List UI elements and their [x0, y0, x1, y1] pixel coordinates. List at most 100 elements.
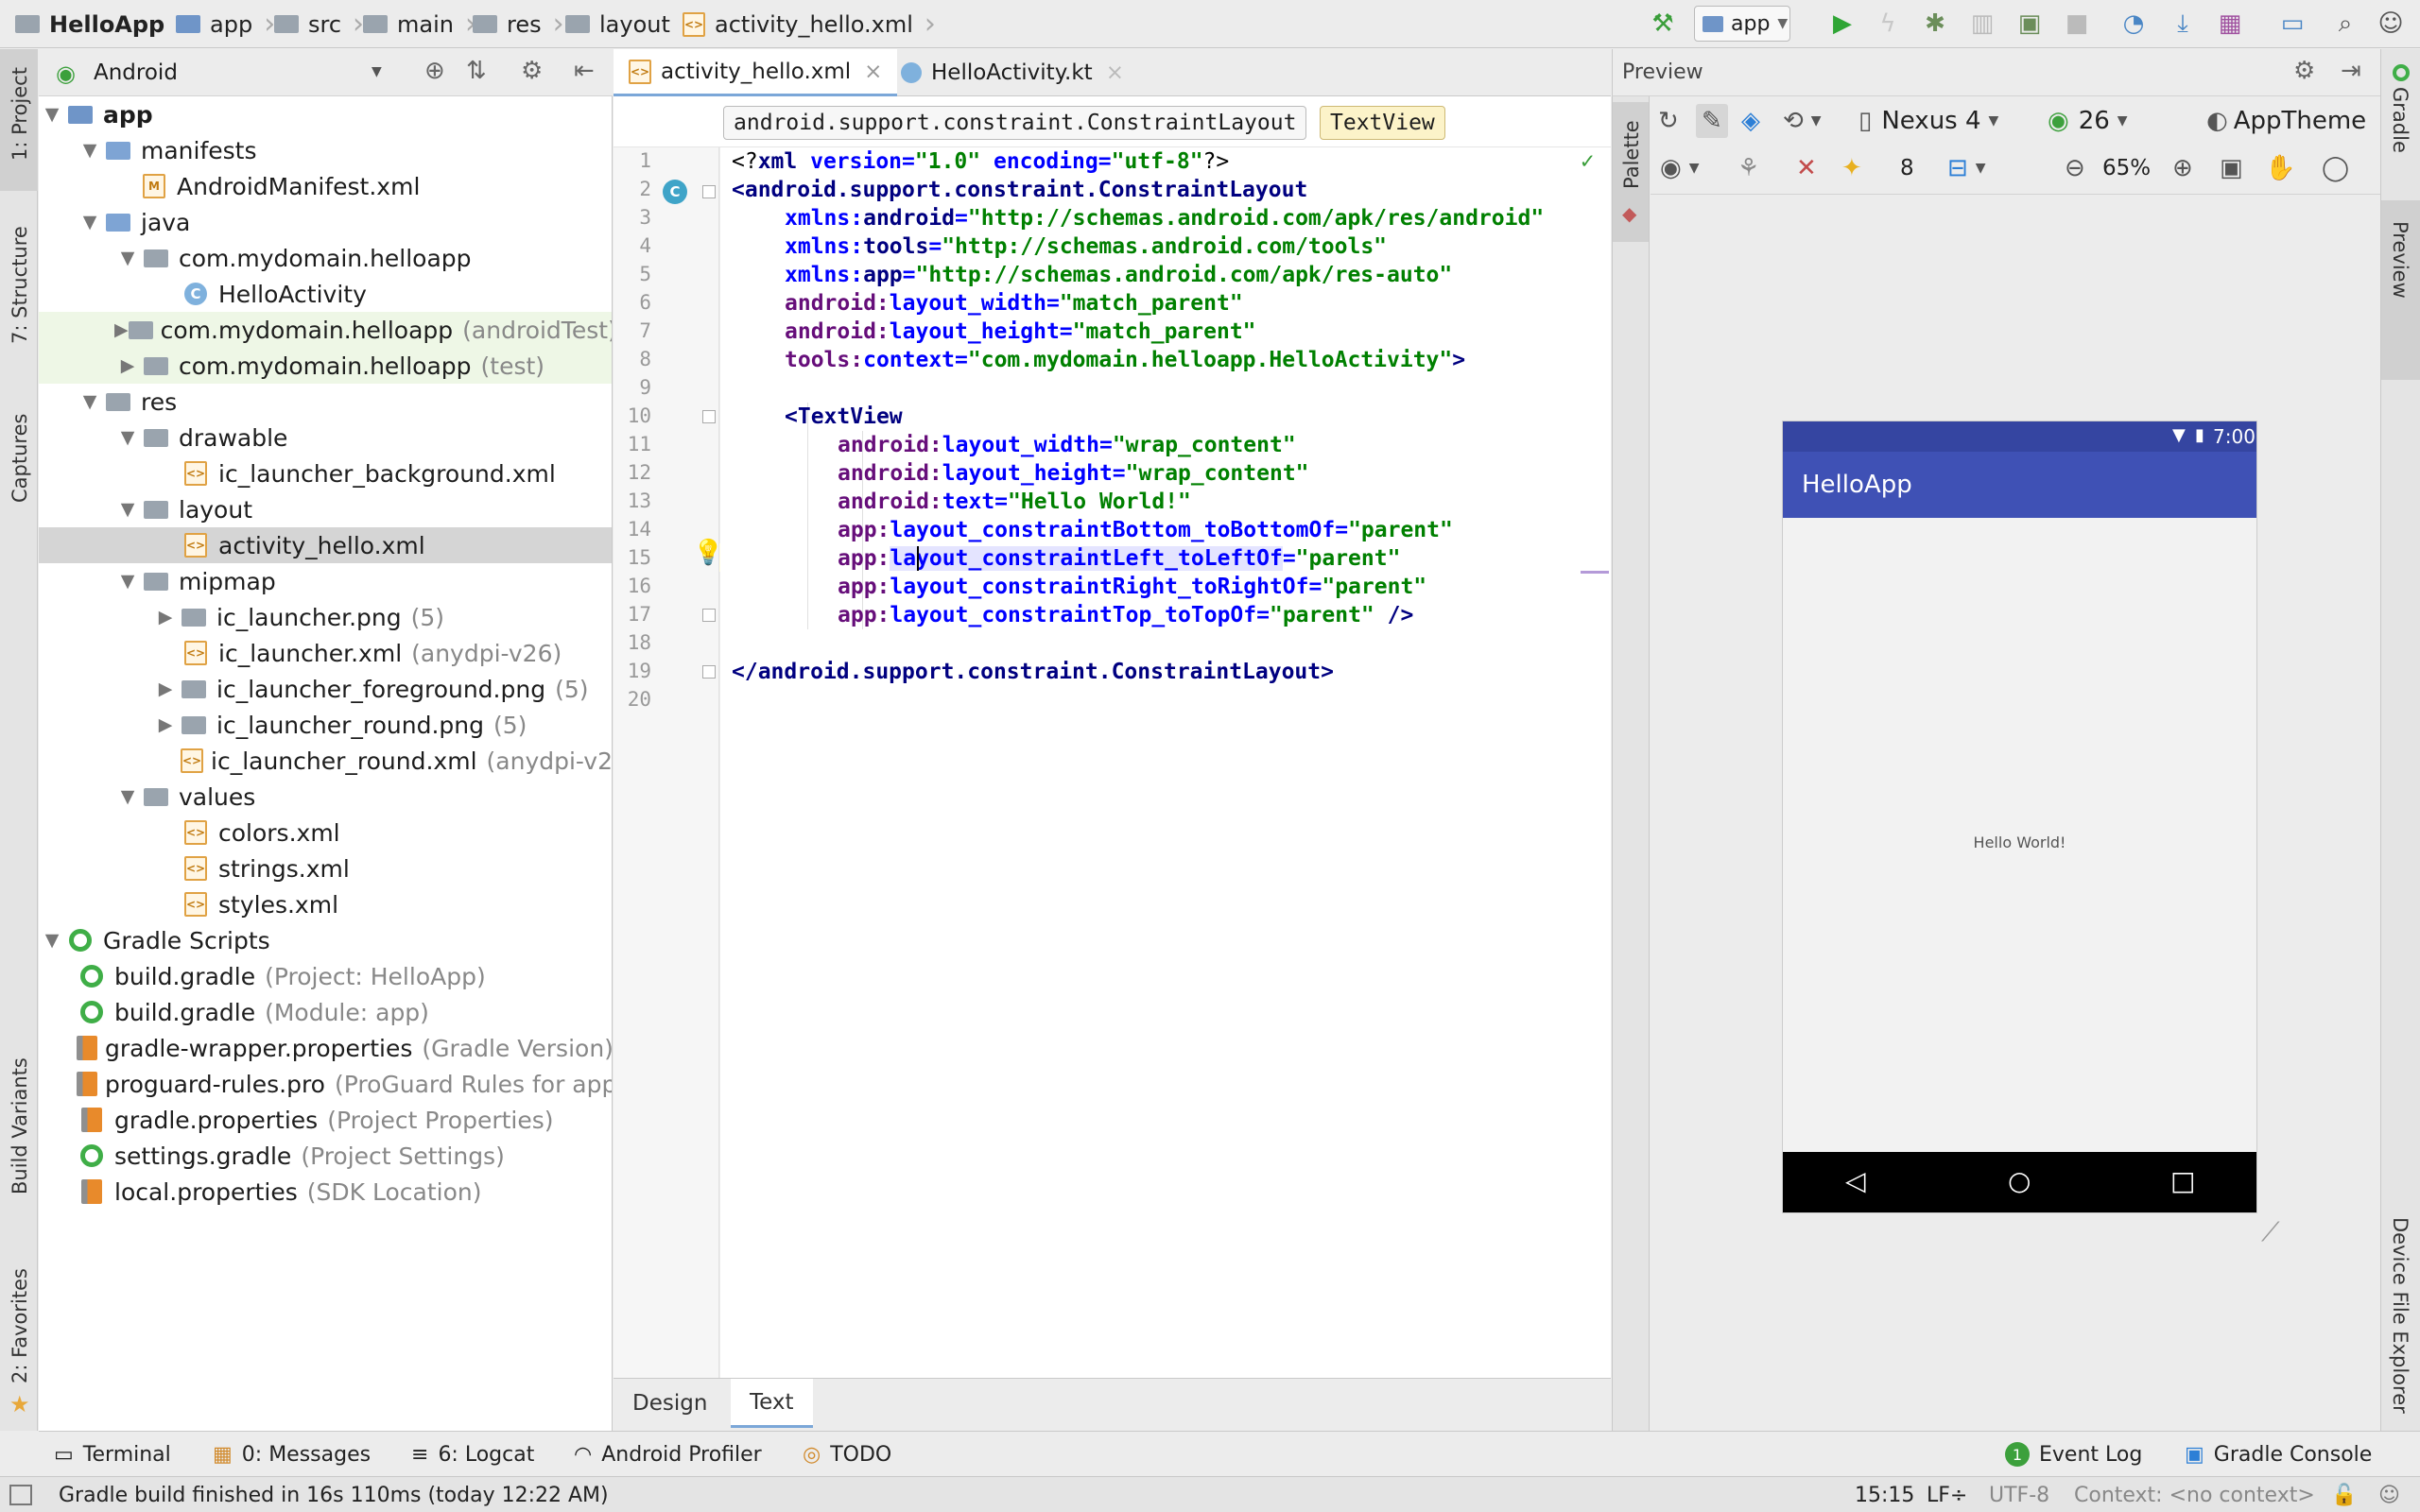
- project-tool-button[interactable]: 1: Project: [0, 49, 38, 191]
- expand-arrow-icon[interactable]: ▼: [39, 930, 65, 951]
- orientation-icon[interactable]: ⟲ ▼: [1783, 104, 1822, 138]
- tree-item-colors[interactable]: <> colors.xml: [39, 815, 612, 850]
- tree-item-androidmanifest[interactable]: M AndroidManifest.xml: [39, 168, 612, 204]
- tree-item-gradle-scripts[interactable]: ▼ Gradle Scripts: [39, 922, 612, 958]
- infer-constraints-icon[interactable]: ✦: [1841, 151, 1862, 185]
- intention-bulb-icon[interactable]: 💡: [693, 539, 723, 567]
- messages-button[interactable]: ▦ 0: Messages: [213, 1432, 371, 1477]
- theme-select[interactable]: ◐ AppTheme: [2206, 104, 2366, 138]
- zoom-in-icon[interactable]: ⊕: [2172, 151, 2193, 185]
- expand-arrow-icon[interactable]: ▼: [114, 571, 141, 592]
- attach-debugger-icon[interactable]: ▣: [2014, 8, 2046, 40]
- expand-arrow-icon[interactable]: ▼: [114, 499, 141, 520]
- hello-world-text[interactable]: Hello World!: [1783, 833, 2256, 851]
- tree-item-ic-launcher-foreground[interactable]: ▶ ic_launcher_foreground.png (5): [39, 671, 612, 707]
- tab-activity-hello[interactable]: <> activity_hello.xml ×: [614, 49, 898, 96]
- close-icon[interactable]: ×: [1106, 60, 1124, 85]
- tree-item-helloactivity[interactable]: C HelloActivity: [39, 276, 612, 312]
- tree-item-ic-launcher-png[interactable]: ▶ ic_launcher.png (5): [39, 599, 612, 635]
- todo-button[interactable]: ◎ TODO: [803, 1432, 891, 1477]
- pack-icon[interactable]: ⊟ ▼: [1947, 151, 1986, 185]
- breadcrumb-src[interactable]: src ›: [274, 0, 364, 48]
- chevron-down-icon[interactable]: ▼: [372, 64, 382, 79]
- expand-arrow-icon[interactable]: ▶: [152, 714, 179, 735]
- api-level-select[interactable]: ◉ 26 ▼: [2048, 104, 2128, 138]
- breadcrumb-app[interactable]: app ›: [176, 0, 275, 48]
- apply-changes-icon[interactable]: ϟ: [1872, 8, 1904, 40]
- tab-text[interactable]: Text: [731, 1379, 813, 1428]
- warnings-icon[interactable]: ◯: [2322, 151, 2349, 185]
- tree-item-package-test[interactable]: ▶ com.mydomain.helloapp (test): [39, 348, 612, 384]
- tree-item-mipmap[interactable]: ▼ mipmap: [39, 563, 612, 599]
- refresh-icon[interactable]: ↻: [1658, 104, 1679, 138]
- tree-item-settings-gradle[interactable]: settings.gradle (Project Settings): [39, 1138, 612, 1174]
- tree-item-package-androidtest[interactable]: ▶ com.mydomain.helloapp (androidTest): [39, 312, 612, 348]
- tree-item-res[interactable]: ▼ res: [39, 384, 612, 420]
- pan-hand-icon[interactable]: ✋: [2265, 151, 2295, 185]
- default-margin-value[interactable]: 8: [1900, 151, 1914, 185]
- project-structure-icon[interactable]: ▭: [2276, 8, 2308, 40]
- related-class-icon[interactable]: C: [663, 180, 687, 204]
- close-icon[interactable]: ×: [864, 60, 882, 84]
- debug-icon[interactable]: ✱: [1919, 8, 1951, 40]
- expand-arrow-icon[interactable]: ▶: [152, 679, 179, 699]
- assistant-icon[interactable]: ☺: [2375, 8, 2407, 40]
- tree-item-java[interactable]: ▼ java: [39, 204, 612, 240]
- line-separator[interactable]: LF÷: [1927, 1477, 1967, 1512]
- zoom-fit-icon[interactable]: ▣: [2220, 151, 2243, 185]
- tree-item-build-gradle-project[interactable]: build.gradle (Project: HelloApp): [39, 958, 612, 994]
- layers-icon[interactable]: ◈: [1741, 104, 1760, 138]
- device-file-explorer-tool-label[interactable]: Device File Explorer: [2389, 1217, 2411, 1414]
- terminal-button[interactable]: ▭ Terminal: [54, 1432, 171, 1477]
- tree-item-build-gradle-module[interactable]: build.gradle (Module: app): [39, 994, 612, 1030]
- status-message[interactable]: Gradle build finished in 16s 110ms (toda…: [59, 1477, 609, 1512]
- breadcrumb-file[interactable]: <> activity_hello.xml ›: [683, 0, 936, 48]
- android-profiler-button[interactable]: ◠ Android Profiler: [574, 1432, 762, 1477]
- fold-marker-icon[interactable]: [702, 665, 716, 679]
- code-editor[interactable]: ✓ <?xml version="1.0" encoding="utf-8"?>…: [720, 147, 1611, 1378]
- search-icon[interactable]: ⌕: [2329, 8, 2361, 40]
- fold-marker-icon[interactable]: [702, 609, 716, 622]
- tree-item-styles[interactable]: <> styles.xml: [39, 886, 612, 922]
- palette-tool-button[interactable]: Palette ◆: [1613, 102, 1649, 242]
- zoom-out-icon[interactable]: ⊖: [2065, 151, 2085, 185]
- logcat-button[interactable]: ≡ 6: Logcat: [411, 1432, 534, 1477]
- context-indicator[interactable]: Context: <no context>: [2074, 1477, 2315, 1512]
- expand-arrow-icon[interactable]: ▼: [114, 786, 141, 807]
- tool-windows-toggle-icon[interactable]: [9, 1477, 32, 1512]
- locate-file-icon[interactable]: ⊕: [424, 57, 445, 85]
- hide-panel-icon[interactable]: ⇤: [574, 57, 595, 85]
- tree-item-package-main[interactable]: ▼ com.mydomain.helloapp: [39, 240, 612, 276]
- expand-arrow-icon[interactable]: ▼: [39, 104, 65, 125]
- tree-item-app[interactable]: ▼ app: [39, 96, 612, 132]
- clear-constraints-icon[interactable]: ✕: [1796, 151, 1817, 185]
- tree-item-proguard[interactable]: proguard-rules.pro (ProGuard Rules for a…: [39, 1066, 612, 1102]
- crumb-constraint-layout[interactable]: android.support.constraint.ConstraintLay…: [723, 106, 1307, 140]
- captures-tool-label[interactable]: Captures: [9, 414, 31, 503]
- expand-arrow-icon[interactable]: ▼: [77, 212, 103, 232]
- gradle-console-button[interactable]: ▣ Gradle Console: [2185, 1432, 2372, 1477]
- breadcrumb-project[interactable]: HelloApp ›: [15, 0, 187, 48]
- fold-marker-icon[interactable]: [702, 185, 716, 198]
- tree-item-ic-launcher-round-xml[interactable]: <> ic_launcher_round.xml (anydpi-v26): [39, 743, 612, 779]
- breadcrumb-res[interactable]: res ›: [473, 0, 564, 48]
- design-surface-icon[interactable]: ✎: [1696, 104, 1728, 138]
- tree-item-ic-launcher-round-png[interactable]: ▶ ic_launcher_round.png (5): [39, 707, 612, 743]
- crumb-textview[interactable]: TextView: [1320, 106, 1445, 140]
- gradle-tool-label[interactable]: Gradle: [2389, 87, 2411, 153]
- preview-tool-button[interactable]: Preview: [2381, 200, 2420, 380]
- gear-icon[interactable]: ⚙: [2293, 57, 2315, 85]
- run-icon[interactable]: ▶: [1826, 8, 1858, 40]
- expand-arrow-icon[interactable]: ▼: [114, 427, 141, 448]
- device-select[interactable]: ▯ Nexus 4 ▼: [1858, 104, 1998, 138]
- sdk-manager-icon[interactable]: ⤓: [2167, 8, 2199, 40]
- collapse-all-icon[interactable]: ⇅: [466, 57, 487, 85]
- hide-panel-icon[interactable]: ⇥: [2341, 57, 2361, 85]
- tree-item-local-properties[interactable]: local.properties (SDK Location): [39, 1174, 612, 1210]
- autoconnect-icon[interactable]: ⚘: [1737, 151, 1759, 185]
- favorites-tool-label[interactable]: 2: Favorites: [9, 1268, 31, 1383]
- caret-position[interactable]: 15:15: [1855, 1477, 1914, 1512]
- tree-item-activity-hello[interactable]: <> activity_hello.xml: [39, 527, 612, 563]
- tree-item-ic-launcher-background[interactable]: <> ic_launcher_background.xml: [39, 455, 612, 491]
- expand-arrow-icon[interactable]: ▼: [77, 391, 103, 412]
